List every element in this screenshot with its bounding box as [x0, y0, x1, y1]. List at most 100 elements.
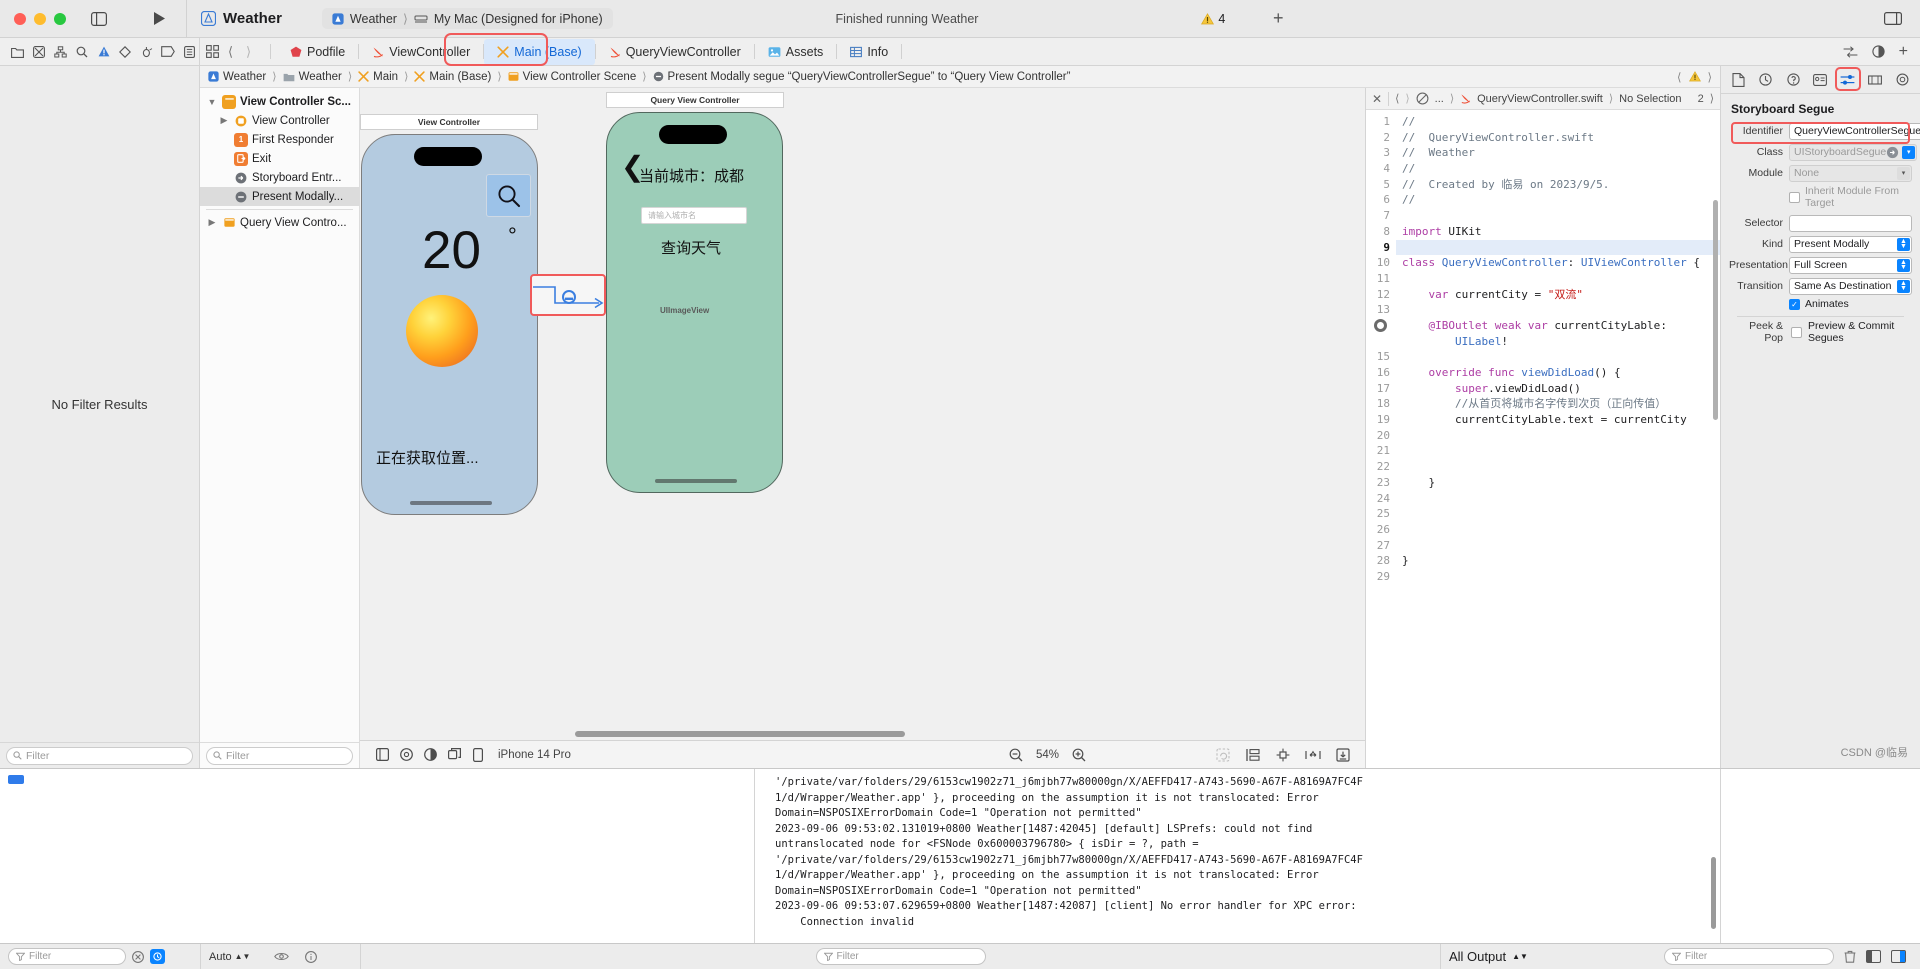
code-line[interactable]	[1396, 443, 1720, 459]
view-as-icon[interactable]	[370, 744, 394, 766]
zoom-controls[interactable]: 54%	[1004, 744, 1091, 766]
breadcrumb-segue[interactable]: Present Modally segue “QueryViewControll…	[653, 71, 1070, 83]
add-editor-right-icon[interactable]: +	[1899, 43, 1908, 61]
close-icon[interactable]: ✕	[1372, 92, 1382, 106]
outline-status-segment[interactable]: Auto ▲▼	[200, 944, 360, 969]
test-navigator-icon[interactable]	[116, 42, 135, 62]
breadcrumb-weather-project[interactable]: Weather	[208, 71, 266, 83]
connections-inspector-icon[interactable]	[1892, 70, 1912, 90]
outline-info-icon[interactable]	[305, 950, 318, 963]
code-line[interactable]: currentCityLable.text = currentCity	[1396, 412, 1720, 428]
peek-pop-row[interactable]: Peek & Pop Preview & Commit Segues	[1729, 320, 1912, 344]
navigator-filter-bar[interactable]: Filter	[0, 742, 199, 768]
code-text-area[interactable]: 1 2 3 4 5 6 7 8 9 10 11 12 13 15 16 17 1…	[1366, 110, 1720, 768]
outline-row-query-view-controller-scene[interactable]: ▶ Query View Contro...	[200, 213, 359, 232]
chevron-down-icon[interactable]: ▼	[206, 97, 218, 107]
inspector-tab-bar[interactable]	[1721, 66, 1920, 94]
code-selection-label[interactable]: No Selection	[1619, 93, 1681, 105]
recent-files-toggle[interactable]	[150, 949, 165, 964]
jumpbar-warning-nav[interactable]: ⟨ ⟩	[1677, 70, 1712, 84]
code-vertical-scrollbar[interactable]	[1713, 200, 1718, 420]
transition-popup[interactable]: Same As Destination ▲ ▼	[1789, 277, 1912, 295]
device-icon[interactable]	[466, 744, 490, 766]
hide-outline-icon[interactable]	[274, 951, 290, 962]
code-line[interactable]: //	[1396, 192, 1720, 208]
outline-row-view-controller[interactable]: ▶ View Controller	[200, 111, 359, 130]
output-scope-segment[interactable]: All Output ▲▼	[1440, 944, 1620, 969]
presentation-stepper-icon[interactable]: ▲ ▼	[1897, 258, 1910, 272]
code-line[interactable]: // Created by 临易 on 2023/9/5.	[1396, 177, 1720, 193]
editor-tabs[interactable]: ⟨ ⟩ Podfile ViewController Main (Base) Q…	[200, 33, 1843, 66]
code-file-label[interactable]: QueryViewController.swift	[1477, 93, 1603, 105]
code-line[interactable]	[1396, 302, 1720, 318]
code-review-icon[interactable]	[1843, 45, 1858, 58]
breadcrumb-scene[interactable]: View Controller Scene	[508, 71, 636, 83]
output-scope-stepper-icon[interactable]: ▲▼	[1512, 953, 1528, 961]
search-button[interactable]	[486, 174, 531, 217]
code-line[interactable]	[1396, 271, 1720, 287]
presentation-row[interactable]: Presentation Full Screen ▲ ▼	[1729, 256, 1912, 274]
identifier-input[interactable]: QueryViewControllerSegue	[1789, 122, 1920, 140]
project-navigator-icon[interactable]	[8, 42, 27, 62]
code-line[interactable]: //从首页将城市名字传到次页（正向传值）	[1396, 396, 1720, 412]
code-line[interactable]	[1396, 349, 1720, 365]
canvas-bottom-bar[interactable]: iPhone 14 Pro 54%	[360, 740, 1365, 768]
breadcrumb-weather-folder[interactable]: Weather	[283, 71, 342, 83]
size-inspector-icon[interactable]	[1865, 70, 1885, 90]
code-line[interactable]: import UIKit	[1396, 224, 1720, 240]
outline-row-first-responder[interactable]: 1 First Responder	[200, 130, 359, 149]
module-input[interactable]: None ▾	[1789, 164, 1912, 182]
chevron-right-icon[interactable]: ▶	[218, 115, 230, 126]
code-line[interactable]: // Weather	[1396, 145, 1720, 161]
inherit-module-checkbox[interactable]	[1789, 191, 1800, 203]
kind-popup[interactable]: Present Modally ▲ ▼	[1789, 235, 1912, 253]
scene2-phone[interactable]: ❮ 当前城市：成都 请输入城市名 查询天气 UIImageView	[606, 112, 783, 493]
breakpoint-marker[interactable]	[1366, 318, 1390, 334]
warning-indicator[interactable]: 4	[1201, 12, 1225, 26]
breadcrumb-main[interactable]: Main	[358, 71, 398, 83]
code-counter-chevron-icon[interactable]: ⟩	[1710, 92, 1714, 105]
code-line[interactable]: var currentCity = "双流"	[1396, 287, 1720, 303]
code-line[interactable]	[1396, 459, 1720, 475]
tab-assets[interactable]: Assets	[755, 39, 837, 65]
console-view[interactable]: '/private/var/folders/29/6153cw1902z71_j…	[755, 769, 1720, 943]
zoom-window-button[interactable]	[54, 12, 66, 25]
debug-filter-segment[interactable]: Filter	[360, 944, 1440, 969]
device-name-label[interactable]: iPhone 14 Pro	[498, 749, 571, 761]
history-inspector-icon[interactable]	[1756, 70, 1776, 90]
outline-list[interactable]: ▼ View Controller Sc... ▶ View Controlle…	[200, 88, 359, 742]
navigator-bottom-filter[interactable]: Filter	[8, 948, 126, 965]
outline-row-present-modally-segue[interactable]: Present Modally...	[200, 187, 359, 206]
zoom-out-icon[interactable]	[1004, 744, 1028, 766]
code-line[interactable]: }	[1396, 475, 1720, 491]
code-jumpbar[interactable]: ✕ ⟨ ⟩ ... ⟩ QueryViewController.swift ⟩ …	[1366, 88, 1720, 110]
autolayout-controls[interactable]	[1211, 744, 1355, 766]
code-line[interactable]: override func viewDidLoad() {	[1396, 365, 1720, 381]
scene1-title[interactable]: View Controller	[360, 114, 538, 130]
preview-commit-checkbox[interactable]	[1791, 326, 1802, 338]
toggle-variables-pane[interactable]	[1866, 950, 1881, 963]
quick-help-icon[interactable]	[1783, 70, 1803, 90]
chevron-right-icon[interactable]: ⟩	[1405, 92, 1409, 105]
class-row[interactable]: Class UIStoryboardSegue ▾	[1729, 143, 1918, 161]
module-row[interactable]: Module None ▾	[1729, 164, 1912, 182]
console-controls-segment[interactable]: Filter	[1620, 944, 1920, 969]
animates-row[interactable]: ✓ Animates	[1729, 298, 1912, 310]
class-dropdown-button[interactable]: ▾	[1902, 145, 1916, 159]
outline-row-storyboard-entry[interactable]: Storyboard Entr...	[200, 168, 359, 187]
query-weather-button[interactable]: 查询天气	[661, 237, 721, 258]
debug-variables-filter[interactable]: Filter	[815, 948, 986, 965]
zoom-in-icon[interactable]	[1067, 744, 1091, 766]
code-line[interactable]	[1396, 491, 1720, 507]
code-line[interactable]: UILabel!	[1396, 334, 1720, 350]
tab-viewcontroller[interactable]: ViewController	[359, 39, 483, 65]
code-line[interactable]	[1396, 522, 1720, 538]
traffic-lights[interactable]	[0, 12, 66, 25]
outline-filter-input[interactable]: Filter	[206, 746, 353, 765]
chevron-right-icon[interactable]: ▶	[206, 217, 218, 228]
sidebar-toggle-icon[interactable]	[86, 6, 112, 32]
code-line[interactable]	[1396, 569, 1720, 585]
code-line[interactable]: //	[1396, 161, 1720, 177]
editor-layout-icon[interactable]	[1880, 6, 1906, 32]
preview-icon[interactable]	[394, 744, 418, 766]
